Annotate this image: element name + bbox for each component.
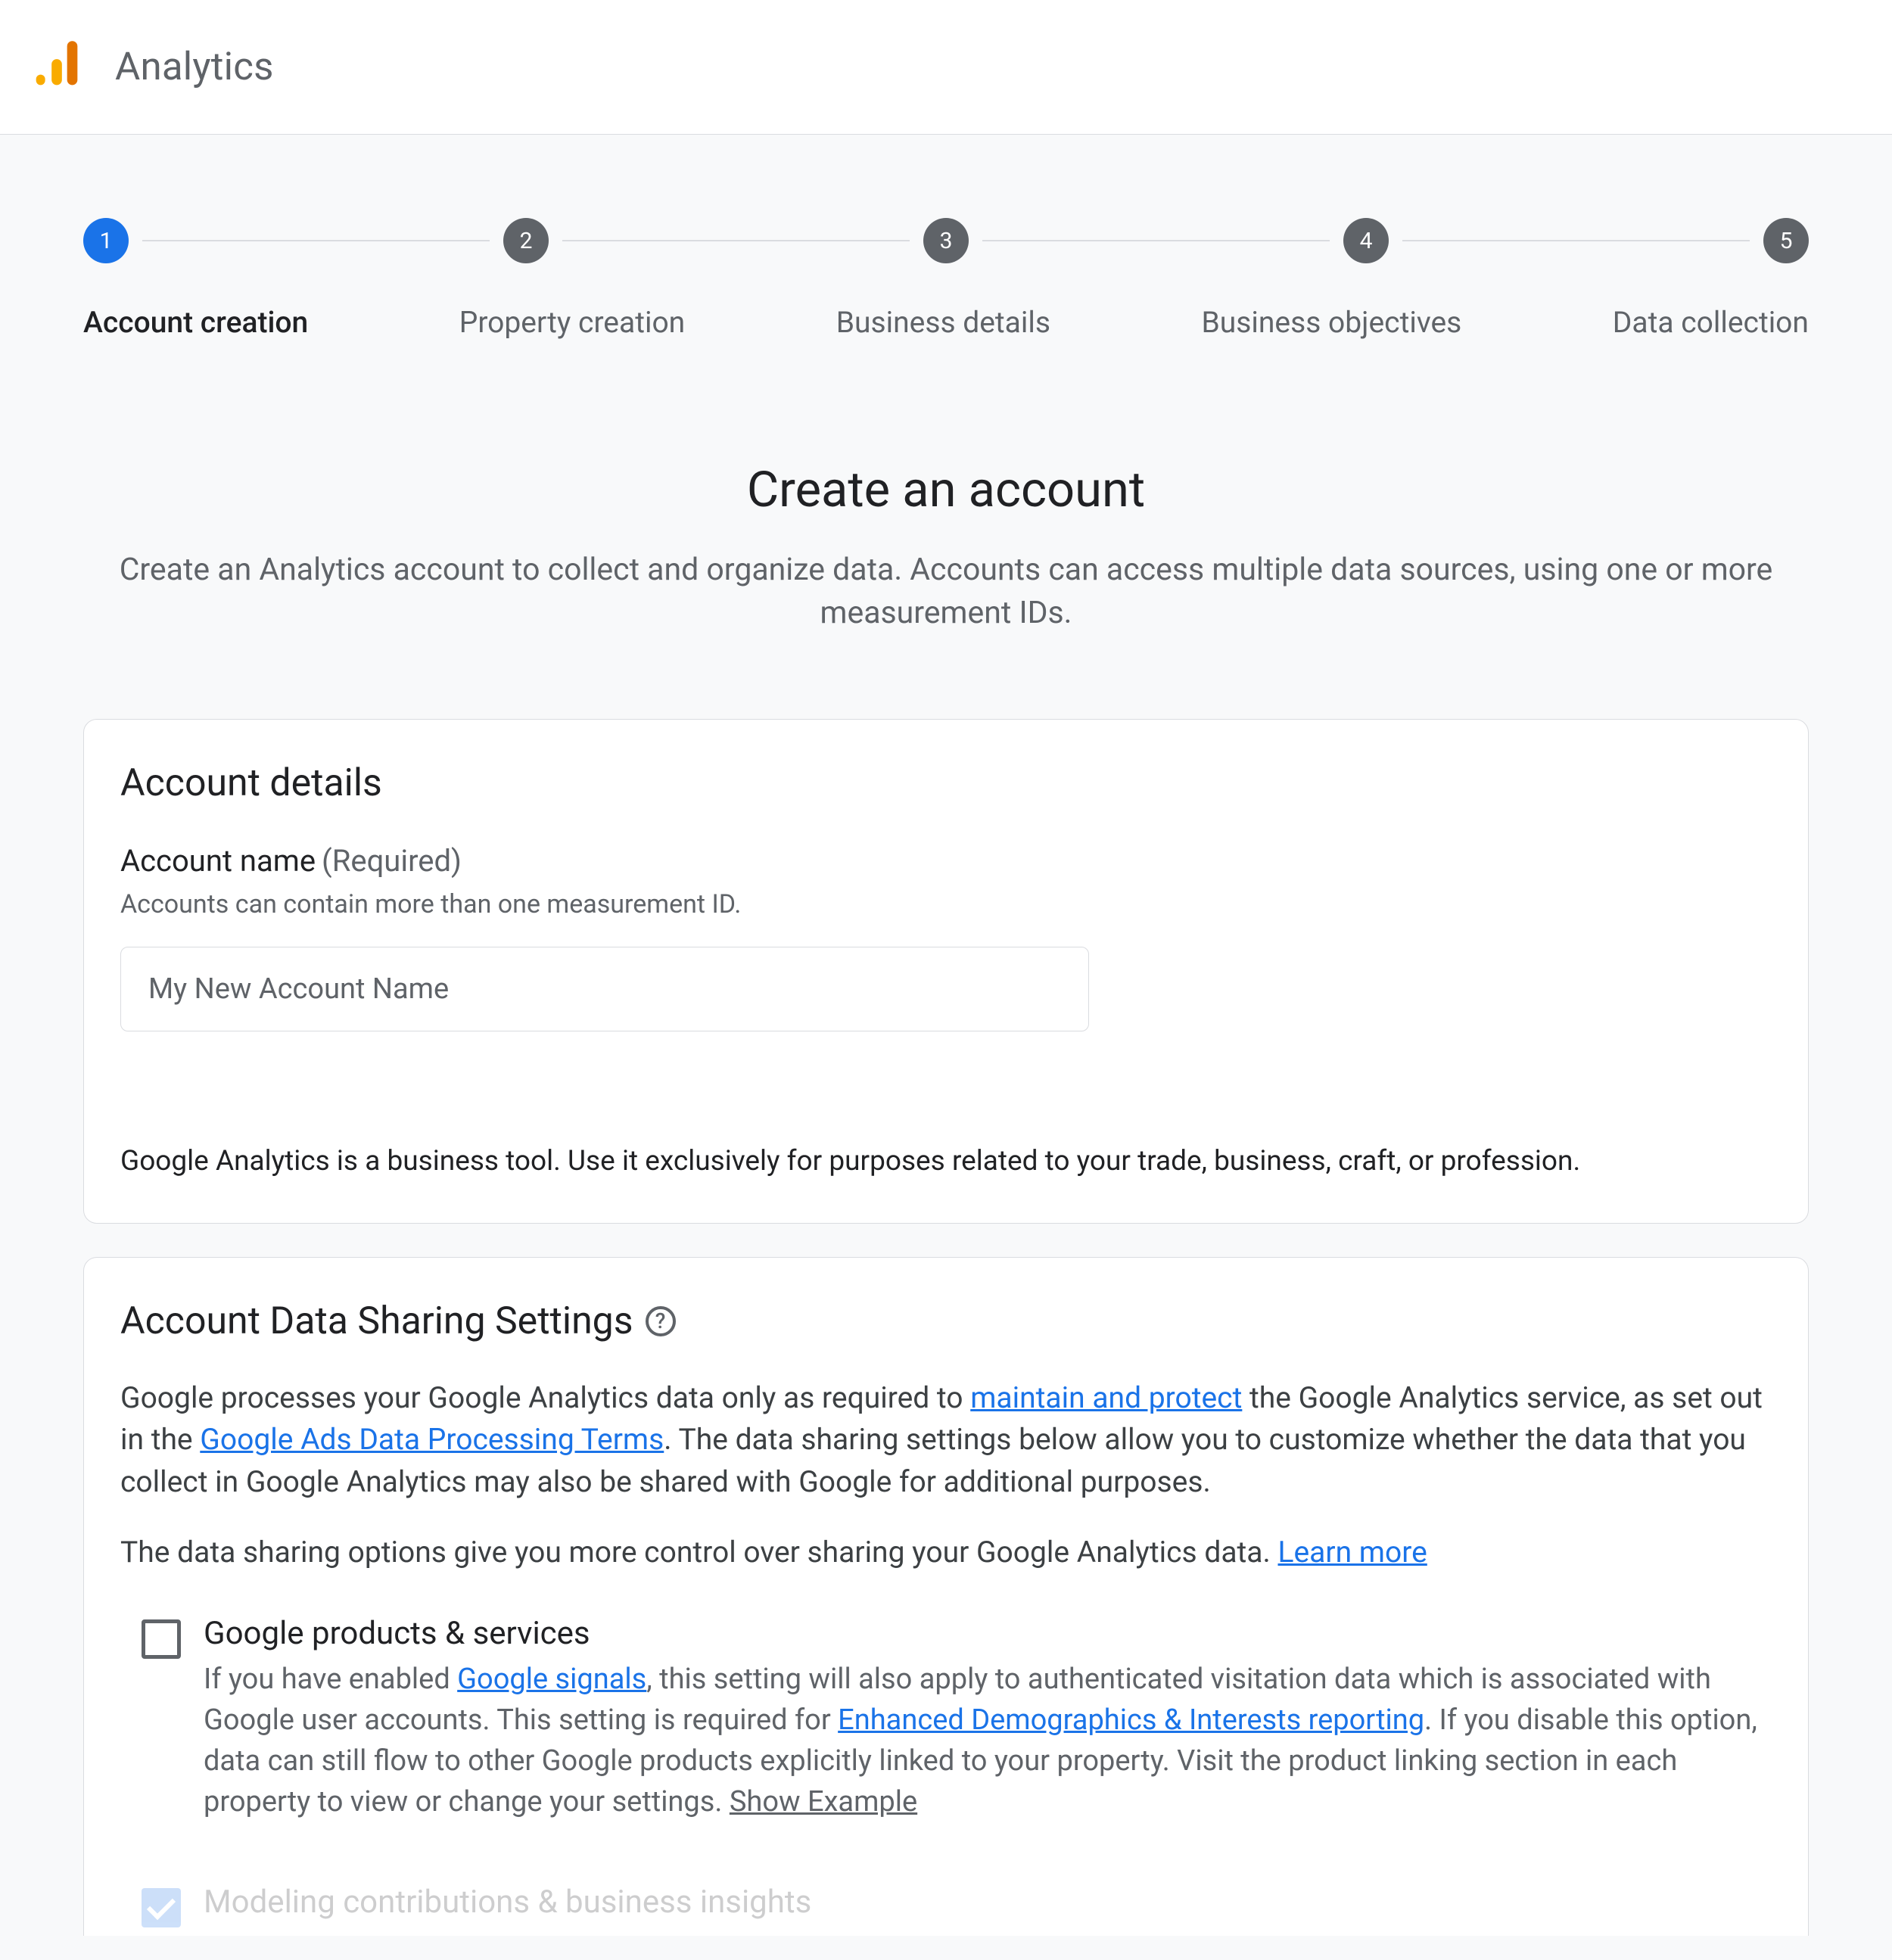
option-modeling-title: Modeling contributions & business insigh…	[204, 1884, 1772, 1921]
topbar: Analytics	[0, 0, 1892, 135]
step-1-label: Account creation	[83, 305, 308, 340]
step-1[interactable]: 1	[83, 218, 129, 263]
enhanced-demographics-link[interactable]: Enhanced Demographics & Interests report…	[838, 1703, 1424, 1737]
stepper-line	[142, 240, 490, 241]
option-modeling-contributions: Modeling contributions & business insigh…	[120, 1884, 1772, 1928]
checkbox-modeling-contributions[interactable]	[142, 1888, 181, 1927]
option-google-products-body: Google products & services If you have e…	[204, 1615, 1772, 1823]
step-5-circle[interactable]: 5	[1763, 218, 1809, 263]
data-sharing-card: Account Data Sharing Settings ? Google p…	[83, 1257, 1809, 1936]
option-google-products-title: Google products & services	[204, 1615, 1772, 1652]
account-details-card: Account details Account name (Required) …	[83, 719, 1809, 1224]
account-name-required: (Required)	[322, 843, 462, 879]
step-3[interactable]: 3	[923, 218, 969, 263]
account-name-help: Accounts can contain more than one measu…	[120, 889, 1772, 919]
google-signals-link[interactable]: Google signals	[457, 1663, 646, 1696]
step-5[interactable]: 5	[1763, 218, 1809, 263]
step-2-circle[interactable]: 2	[503, 218, 549, 263]
option-google-products-desc: If you have enabled Google signals, this…	[204, 1660, 1772, 1823]
data-sharing-paragraph-2: The data sharing options give you more c…	[120, 1532, 1772, 1573]
step-4[interactable]: 4	[1343, 218, 1389, 263]
stepper-line	[982, 240, 1330, 241]
learn-more-link[interactable]: Learn more	[1277, 1535, 1427, 1570]
page-content: 1 2 3 4 5 Account creation Property crea…	[0, 135, 1892, 1936]
data-sharing-paragraph-1: Google processes your Google Analytics d…	[120, 1377, 1772, 1503]
brand: Analytics	[26, 33, 274, 101]
help-icon[interactable]: ?	[646, 1306, 676, 1336]
page-subtitle: Create an Analytics account to collect a…	[83, 549, 1809, 636]
step-3-label: Business details	[836, 305, 1050, 340]
text: Google processes your Google Analytics d…	[120, 1380, 970, 1415]
option-google-products: Google products & services If you have e…	[120, 1615, 1772, 1823]
stepper: 1 2 3 4 5 Account creation Property crea…	[0, 135, 1892, 340]
show-example-link[interactable]: Show Example	[730, 1785, 917, 1818]
account-name-label-row: Account name (Required)	[120, 843, 1772, 879]
step-4-circle[interactable]: 4	[1343, 218, 1389, 263]
text: The data sharing options give you more c…	[120, 1535, 1277, 1570]
stepper-circles: 1 2 3 4 5	[83, 218, 1809, 263]
option-modeling-body: Modeling contributions & business insigh…	[204, 1884, 1772, 1928]
stepper-labels: Account creation Property creation Busin…	[83, 305, 1809, 340]
intro-section: Create an account Create an Analytics ac…	[0, 340, 1892, 636]
step-1-circle[interactable]: 1	[83, 218, 129, 263]
brand-name: Analytics	[115, 45, 274, 89]
page-title: Create an account	[83, 461, 1809, 518]
checkbox-google-products[interactable]	[142, 1619, 181, 1659]
stepper-line	[562, 240, 910, 241]
data-sharing-heading-row: Account Data Sharing Settings ?	[120, 1299, 1772, 1343]
data-sharing-heading: Account Data Sharing Settings	[120, 1299, 633, 1343]
account-details-heading: Account details	[120, 761, 1772, 805]
step-2[interactable]: 2	[503, 218, 549, 263]
account-name-input[interactable]	[120, 947, 1089, 1031]
account-disclaimer: Google Analytics is a business tool. Use…	[120, 1145, 1772, 1178]
account-name-label: Account name	[120, 843, 316, 879]
analytics-logo-icon	[26, 33, 88, 101]
step-2-label: Property creation	[459, 305, 686, 340]
step-3-circle[interactable]: 3	[923, 218, 969, 263]
step-4-label: Business objectives	[1201, 305, 1461, 340]
data-processing-terms-link[interactable]: Google Ads Data Processing Terms	[200, 1422, 664, 1457]
maintain-protect-link[interactable]: maintain and protect	[970, 1380, 1242, 1415]
stepper-line	[1402, 240, 1750, 241]
step-5-label: Data collection	[1613, 305, 1809, 340]
text: If you have enabled	[204, 1663, 457, 1696]
